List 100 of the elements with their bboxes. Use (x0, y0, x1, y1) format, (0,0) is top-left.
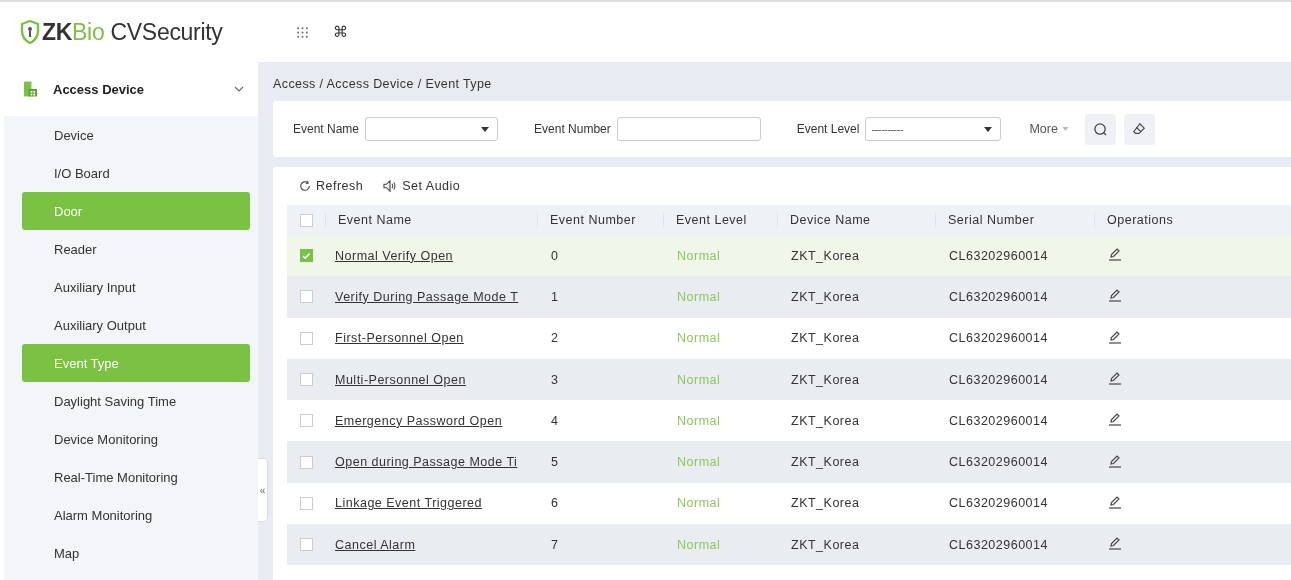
edit-icon[interactable] (1108, 494, 1122, 509)
row-checkbox[interactable] (299, 373, 313, 387)
level-text: Normal (677, 455, 721, 470)
table-cell: 1 (551, 289, 559, 304)
table-cell: 4 (551, 413, 559, 428)
column-header: Event Level (663, 213, 777, 227)
column-header: Event Number (537, 213, 663, 227)
event-name-link[interactable]: Verify During Passage Mode T (335, 289, 519, 304)
edit-icon[interactable] (1108, 453, 1122, 468)
event-name-link[interactable]: Open during Passage Mode Ti (335, 455, 518, 470)
level-text: Normal (677, 248, 721, 263)
edit-icon[interactable] (1108, 536, 1122, 551)
column-header: Operations (1094, 213, 1291, 227)
sidebar-item[interactable]: Daylight Saving Time (22, 382, 250, 420)
table-cell: CL63202960014 (949, 248, 1048, 263)
breadcrumb: Access / Access Device / Event Type (273, 76, 493, 93)
sidebar-item[interactable]: Device Monitoring (22, 420, 250, 458)
select-all-checkbox[interactable] (299, 213, 313, 227)
table-cell: 2 (551, 331, 559, 346)
table-cell: CL63202960014 (949, 372, 1048, 387)
row-checkbox[interactable] (299, 414, 313, 428)
search-button[interactable] (1084, 113, 1116, 145)
level-text: Normal (677, 496, 721, 511)
table-cell: ZKT_Korea (791, 537, 860, 552)
table-cell: ZKT_Korea (791, 372, 860, 387)
logo-text: ZKBio CVSecurity (42, 18, 223, 46)
sidebar-item[interactable]: Reader (22, 230, 250, 268)
level-text: Normal (677, 289, 721, 304)
table-cell: ZKT_Korea (791, 496, 860, 511)
filter-label: Event Number (534, 122, 611, 136)
row-checkbox[interactable] (299, 496, 313, 510)
level-text: Normal (677, 537, 721, 552)
table-cell: CL63202960014 (949, 455, 1048, 470)
refresh-icon (299, 180, 311, 192)
select-field[interactable] (365, 117, 499, 141)
edit-icon[interactable] (1108, 329, 1122, 344)
table-cell: ZKT_Korea (791, 331, 860, 346)
speaker-icon (383, 180, 398, 192)
level-text: Normal (677, 372, 721, 387)
column-header: Serial Number (935, 213, 1094, 227)
search-icon (1092, 121, 1108, 137)
table-cell: ZKT_Korea (791, 289, 860, 304)
table-cell: ZKT_Korea (791, 413, 860, 428)
grid-menu-icon[interactable] (296, 25, 309, 39)
table-cell: 6 (551, 496, 559, 511)
edit-icon[interactable] (1108, 412, 1122, 427)
more-dropdown[interactable]: More (1029, 122, 1069, 136)
toolbar-button[interactable]: Set Audio (383, 179, 461, 193)
sidebar-item[interactable]: Auxiliary Input (22, 268, 250, 306)
edit-icon[interactable] (1108, 371, 1122, 386)
table-cell: ZKT_Korea (791, 455, 860, 470)
row-checkbox[interactable] (299, 538, 313, 552)
level-text: Normal (677, 331, 721, 346)
event-name-link[interactable]: Emergency Password Open (335, 413, 503, 428)
eraser-icon (1132, 122, 1147, 136)
group-label: Access Device (53, 81, 146, 97)
table-cell: CL63202960014 (949, 289, 1048, 304)
level-text: Normal (677, 413, 721, 428)
row-checkbox[interactable] (299, 249, 313, 263)
filter-label: Event Level (796, 122, 860, 136)
sidebar-item[interactable]: I/O Board (22, 154, 250, 192)
table-cell: ZKT_Korea (791, 248, 860, 263)
edit-icon[interactable] (1108, 247, 1122, 262)
table-cell: CL63202960014 (949, 413, 1048, 428)
row-checkbox[interactable] (299, 331, 313, 345)
table-cell: 0 (551, 248, 559, 263)
event-name-link[interactable]: Multi-Personnel Open (335, 372, 466, 387)
caret-icon (1061, 127, 1069, 131)
table-cell: CL63202960014 (949, 496, 1048, 511)
device-icon (24, 81, 37, 97)
event-name-link[interactable]: Linkage Event Triggered (335, 496, 482, 511)
edit-icon[interactable] (1108, 288, 1122, 303)
row-checkbox[interactable] (299, 290, 313, 304)
sidebar-item[interactable]: Map (22, 534, 250, 572)
table-cell: 7 (551, 537, 559, 552)
filter-label: Event Name (293, 122, 360, 136)
input-field[interactable] (616, 117, 761, 141)
column-header: Event Name (325, 213, 537, 227)
table-cell: 5 (551, 455, 559, 470)
clear-button[interactable] (1123, 113, 1155, 145)
sidebar-item[interactable]: Real-Time Monitoring (22, 458, 250, 496)
table-cell: CL63202960014 (949, 537, 1048, 552)
sidebar-item[interactable]: Alarm Monitoring (22, 496, 250, 534)
caret-icon (481, 126, 490, 132)
sidebar-group[interactable]: Access Device (4, 62, 258, 116)
caret-icon (984, 126, 993, 132)
shortcut-icon[interactable]: ⌘ (333, 23, 348, 41)
event-name-link[interactable]: First-Personnel Open (335, 331, 464, 346)
table-cell: CL63202960014 (949, 331, 1048, 346)
column-header: Device Name (777, 213, 935, 227)
toolbar-button[interactable]: Refresh (299, 179, 364, 193)
row-checkbox[interactable] (299, 455, 313, 469)
table-cell: 3 (551, 372, 559, 387)
event-name-link[interactable]: Normal Verify Open (335, 248, 454, 263)
event-name-link[interactable]: Cancel Alarm (335, 537, 416, 552)
sidebar-item[interactable]: Auxiliary Output (22, 306, 250, 344)
collapse-handle[interactable]: « (258, 458, 268, 522)
select-field[interactable]: ---------- (865, 117, 1002, 141)
shield-logo-icon (20, 20, 40, 44)
sidebar-item[interactable]: Device (22, 116, 250, 154)
